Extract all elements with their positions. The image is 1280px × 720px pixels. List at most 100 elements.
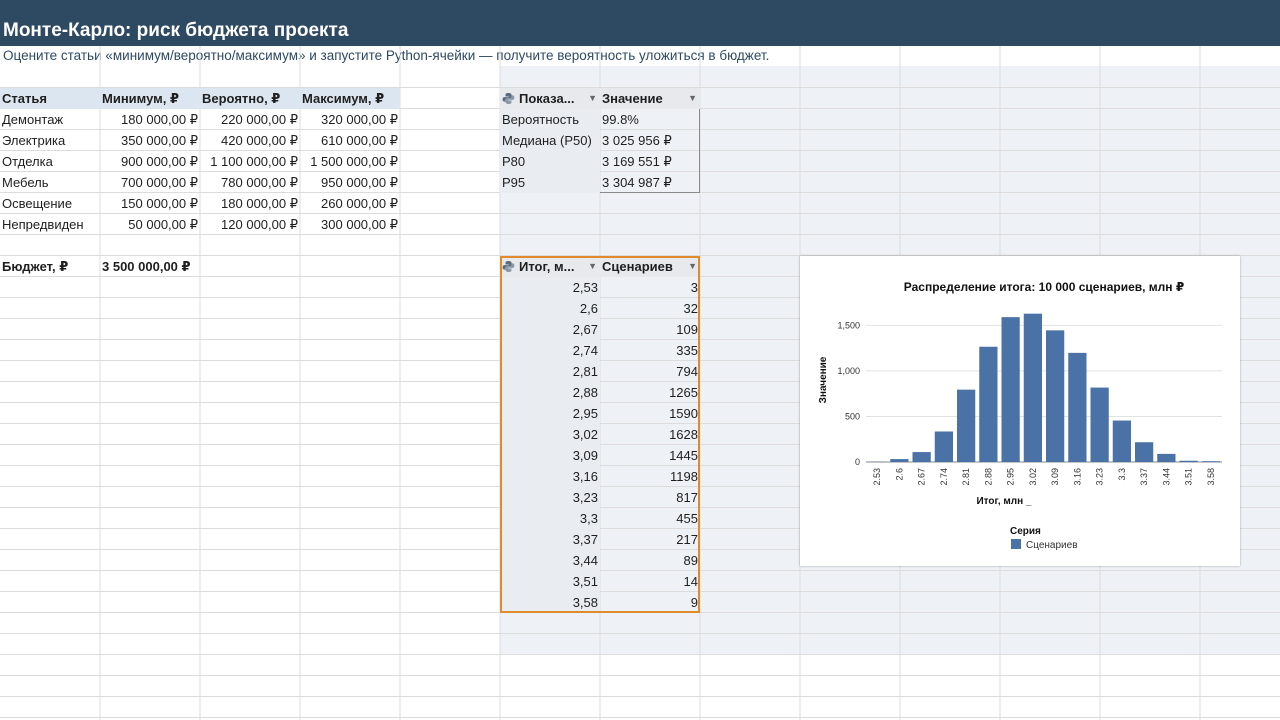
dist-total-cell[interactable]: 3,44 bbox=[500, 550, 600, 571]
histogram-bar[interactable] bbox=[1157, 453, 1176, 462]
stats-value-cell[interactable]: 3 169 551 ₽ bbox=[600, 151, 700, 172]
stats-value-cell[interactable]: 99.8% bbox=[600, 109, 700, 130]
item-amount-cell[interactable]: 150 000,00 ₽ bbox=[100, 193, 200, 214]
dist-total-cell[interactable]: 2,88 bbox=[500, 382, 600, 403]
dist-header-total[interactable]: Итог, м... ▼ bbox=[500, 256, 600, 277]
histogram-bar[interactable] bbox=[1068, 352, 1087, 462]
histogram-bar[interactable] bbox=[934, 431, 953, 462]
items-header-cell[interactable]: Максимум, ₽ bbox=[300, 88, 400, 109]
python-header-label: Значение bbox=[602, 91, 663, 106]
histogram-bar[interactable] bbox=[1046, 330, 1065, 462]
item-name-cell[interactable]: Отделка bbox=[0, 151, 100, 172]
dist-count-cell[interactable]: 1265 bbox=[600, 382, 700, 403]
item-amount-cell[interactable]: 780 000,00 ₽ bbox=[200, 172, 300, 193]
dist-total-cell[interactable]: 2,6 bbox=[500, 298, 600, 319]
dist-count-cell[interactable]: 1445 bbox=[600, 445, 700, 466]
items-header-cell[interactable]: Минимум, ₽ bbox=[100, 88, 200, 109]
item-amount-cell[interactable]: 260 000,00 ₽ bbox=[300, 193, 400, 214]
item-amount-cell[interactable]: 180 000,00 ₽ bbox=[100, 109, 200, 130]
item-name-cell[interactable]: Электрика bbox=[0, 130, 100, 151]
dist-count-cell[interactable]: 14 bbox=[600, 571, 700, 592]
stats-metric-cell[interactable]: Вероятность bbox=[500, 109, 600, 130]
dist-total-cell[interactable]: 2,74 bbox=[500, 340, 600, 361]
histogram-bar[interactable] bbox=[890, 459, 909, 462]
item-amount-cell[interactable]: 1 100 000,00 ₽ bbox=[200, 151, 300, 172]
item-name-cell[interactable]: Демонтаж bbox=[0, 109, 100, 130]
item-amount-cell[interactable]: 700 000,00 ₽ bbox=[100, 172, 200, 193]
dist-count-cell[interactable]: 3 bbox=[600, 277, 700, 298]
dist-count-cell[interactable]: 89 bbox=[600, 550, 700, 571]
y-tick-label: 500 bbox=[845, 411, 860, 421]
filter-dropdown-icon[interactable]: ▼ bbox=[588, 88, 597, 109]
chart-title: Распределение итога: 10 000 сценариев, м… bbox=[904, 280, 1184, 294]
item-amount-cell[interactable]: 300 000,00 ₽ bbox=[300, 214, 400, 235]
item-amount-cell[interactable]: 610 000,00 ₽ bbox=[300, 130, 400, 151]
histogram-bar[interactable] bbox=[1112, 420, 1131, 462]
item-amount-cell[interactable]: 950 000,00 ₽ bbox=[300, 172, 400, 193]
histogram-bar[interactable] bbox=[912, 452, 931, 462]
dist-count-cell[interactable]: 9 bbox=[600, 592, 700, 613]
dist-count-cell[interactable]: 32 bbox=[600, 298, 700, 319]
dist-count-cell[interactable]: 794 bbox=[600, 361, 700, 382]
filter-dropdown-icon[interactable]: ▼ bbox=[588, 256, 597, 277]
stats-header-value[interactable]: Значение ▼ bbox=[600, 88, 700, 109]
dist-total-cell[interactable]: 3,09 bbox=[500, 445, 600, 466]
item-amount-cell[interactable]: 1 500 000,00 ₽ bbox=[300, 151, 400, 172]
item-name-cell[interactable]: Непредвиден bbox=[0, 214, 100, 235]
stats-metric-cell[interactable]: Медиана (P50) bbox=[500, 130, 600, 151]
dist-total-cell[interactable]: 3,3 bbox=[500, 508, 600, 529]
dist-total-cell[interactable]: 2,81 bbox=[500, 361, 600, 382]
item-name-cell[interactable]: Мебель bbox=[0, 172, 100, 193]
items-header-cell[interactable]: Вероятно, ₽ bbox=[200, 88, 300, 109]
dist-total-cell[interactable]: 2,53 bbox=[500, 277, 600, 298]
item-name-cell[interactable]: Освещение bbox=[0, 193, 100, 214]
item-amount-cell[interactable]: 320 000,00 ₽ bbox=[300, 109, 400, 130]
dist-count-cell[interactable]: 335 bbox=[600, 340, 700, 361]
stats-metric-cell[interactable]: P80 bbox=[500, 151, 600, 172]
dist-header-count[interactable]: Сценариев ▼ bbox=[600, 256, 700, 277]
dist-count-cell[interactable]: 1198 bbox=[600, 466, 700, 487]
filter-dropdown-icon[interactable]: ▼ bbox=[688, 88, 697, 109]
y-tick-label: 0 bbox=[855, 457, 860, 467]
filter-dropdown-icon[interactable]: ▼ bbox=[688, 256, 697, 277]
item-amount-cell[interactable]: 180 000,00 ₽ bbox=[200, 193, 300, 214]
item-amount-cell[interactable]: 120 000,00 ₽ bbox=[200, 214, 300, 235]
stats-value-cell[interactable]: 3 025 956 ₽ bbox=[600, 130, 700, 151]
budget-label[interactable]: Бюджет, ₽ bbox=[0, 256, 100, 277]
dist-count-cell[interactable]: 817 bbox=[600, 487, 700, 508]
histogram-bar[interactable] bbox=[1179, 460, 1198, 462]
dist-total-cell[interactable]: 3,02 bbox=[500, 424, 600, 445]
histogram-bar[interactable] bbox=[1023, 313, 1042, 462]
items-header-cell[interactable]: Статья bbox=[0, 88, 100, 109]
item-amount-cell[interactable]: 220 000,00 ₽ bbox=[200, 109, 300, 130]
dist-total-cell[interactable]: 3,58 bbox=[500, 592, 600, 613]
x-tick-label: 3.37 bbox=[1139, 468, 1149, 486]
dist-count-cell[interactable]: 1628 bbox=[600, 424, 700, 445]
dist-total-cell[interactable]: 3,37 bbox=[500, 529, 600, 550]
y-tick-label: 1,000 bbox=[837, 366, 860, 376]
dist-total-cell[interactable]: 3,23 bbox=[500, 487, 600, 508]
histogram-bar[interactable] bbox=[1201, 461, 1220, 462]
stats-header-metric[interactable]: Показа... ▼ bbox=[500, 88, 600, 109]
histogram-chart[interactable]: Распределение итога: 10 000 сценариев, м… bbox=[800, 256, 1240, 566]
dist-total-cell[interactable]: 2,95 bbox=[500, 403, 600, 424]
dist-total-cell[interactable]: 3,16 bbox=[500, 466, 600, 487]
histogram-bar[interactable] bbox=[1001, 317, 1020, 462]
stats-metric-cell[interactable]: P95 bbox=[500, 172, 600, 193]
histogram-bar[interactable] bbox=[957, 389, 976, 462]
dist-count-cell[interactable]: 217 bbox=[600, 529, 700, 550]
budget-value[interactable]: 3 500 000,00 ₽ bbox=[100, 256, 200, 277]
dist-count-cell[interactable]: 109 bbox=[600, 319, 700, 340]
item-amount-cell[interactable]: 420 000,00 ₽ bbox=[200, 130, 300, 151]
histogram-bar[interactable] bbox=[979, 346, 998, 462]
dist-total-cell[interactable]: 2,67 bbox=[500, 319, 600, 340]
item-amount-cell[interactable]: 50 000,00 ₽ bbox=[100, 214, 200, 235]
dist-count-cell[interactable]: 1590 bbox=[600, 403, 700, 424]
histogram-bar[interactable] bbox=[1135, 442, 1154, 462]
item-amount-cell[interactable]: 350 000,00 ₽ bbox=[100, 130, 200, 151]
item-amount-cell[interactable]: 900 000,00 ₽ bbox=[100, 151, 200, 172]
stats-value-cell[interactable]: 3 304 987 ₽ bbox=[600, 172, 700, 193]
histogram-bar[interactable] bbox=[1090, 387, 1109, 462]
dist-count-cell[interactable]: 455 bbox=[600, 508, 700, 529]
dist-total-cell[interactable]: 3,51 bbox=[500, 571, 600, 592]
